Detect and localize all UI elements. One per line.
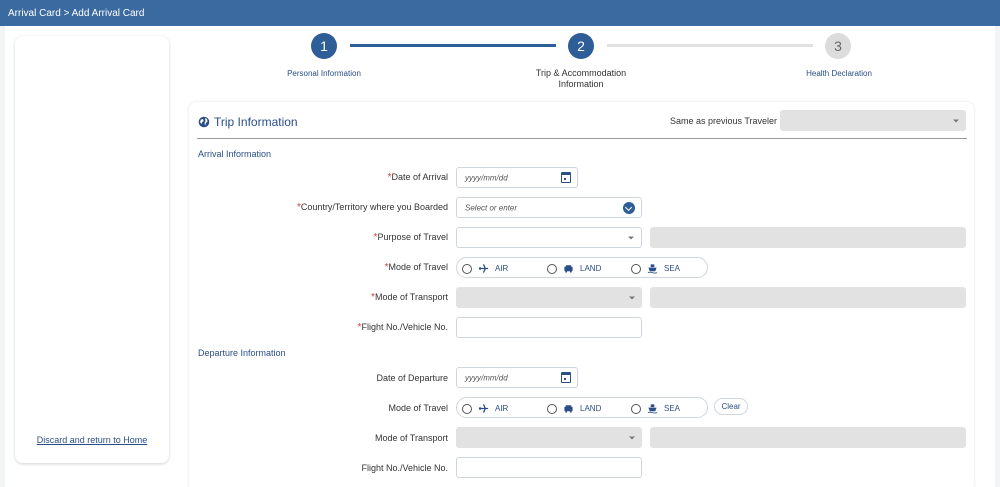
arrival-mode-of-travel-label-text: Mode of Travel — [388, 262, 448, 272]
clear-button[interactable]: Clear — [714, 398, 748, 415]
breadcrumb: Arrival Card > Add Arrival Card — [8, 8, 145, 19]
trip-information-heading: Trip Information — [198, 115, 298, 129]
departure-mode-of-transport-select[interactable] — [456, 427, 642, 448]
arrival-flight-no-label-text: Flight No./Vehicle No. — [361, 322, 448, 332]
arrival-flight-no-label: *Flight No./Vehicle No. — [358, 322, 448, 333]
date-of-arrival-label-text: Date of Arrival — [391, 172, 448, 182]
step-1-circle[interactable]: 1 — [311, 33, 337, 59]
arrival-mode-of-travel-label: *Mode of Travel — [385, 262, 448, 273]
departure-mode-land-label: LAND — [580, 404, 602, 413]
caret-down-icon — [629, 436, 635, 439]
step-3-circle[interactable]: 3 — [825, 33, 851, 59]
country-boarded-label-text: Country/Territory where you Boarded — [300, 202, 448, 212]
arrival-transport-other-field — [650, 287, 966, 308]
purpose-of-travel-other-field — [650, 227, 966, 248]
ship-icon — [647, 404, 658, 414]
caret-down-icon — [628, 236, 634, 239]
step-2-label: Trip & Accommodation Information — [535, 68, 627, 89]
airplane-icon — [478, 264, 489, 273]
radio-button[interactable] — [631, 403, 641, 414]
arrival-mode-of-travel-radio-group: AIR LAND SEA — [456, 257, 708, 278]
ship-icon — [647, 264, 658, 274]
arrival-mode-sea-option[interactable]: SEA — [631, 258, 680, 279]
car-icon — [564, 405, 573, 413]
discard-return-home-link[interactable]: Discard and return to Home — [15, 435, 169, 445]
calendar-icon[interactable] — [561, 172, 571, 183]
sidebar: Discard and return to Home — [15, 36, 169, 463]
arrival-mode-of-transport-label-text: Mode of Transport — [374, 292, 448, 302]
date-of-departure-placeholder: yyyy/mm/dd — [465, 373, 508, 382]
trip-information-title: Trip Information — [214, 115, 298, 129]
date-of-arrival-label: *Date of Arrival — [388, 172, 448, 183]
calendar-icon[interactable] — [561, 372, 571, 383]
step-connector-2 — [607, 44, 813, 47]
radio-button[interactable] — [547, 403, 557, 414]
departure-transport-other-field — [650, 427, 966, 448]
purpose-of-travel-label-text: Purpose of Travel — [377, 232, 448, 242]
caret-down-icon — [953, 119, 959, 122]
car-icon — [564, 265, 573, 273]
step-1-label: Personal Information — [287, 69, 361, 78]
globe-icon — [198, 116, 210, 128]
radio-button[interactable] — [462, 263, 472, 274]
country-boarded-label: *Country/Territory where you Boarded — [297, 202, 448, 213]
title-divider — [197, 138, 967, 139]
arrival-flight-no-input[interactable] — [456, 317, 642, 338]
departure-mode-land-option[interactable]: LAND — [547, 398, 601, 419]
step-3-label: Health Declaration — [806, 69, 872, 78]
departure-mode-sea-option[interactable]: SEA — [631, 398, 680, 419]
date-of-departure-label: Date of Departure — [376, 373, 448, 383]
arrival-mode-air-option[interactable]: AIR — [462, 258, 508, 279]
arrival-mode-of-transport-label: *Mode of Transport — [371, 292, 448, 303]
departure-section-title: Departure Information — [198, 348, 286, 358]
chevron-down-icon[interactable] — [623, 202, 635, 214]
departure-flight-no-label: Flight No./Vehicle No. — [361, 463, 448, 473]
caret-down-icon — [629, 296, 635, 299]
step-2-circle[interactable]: 2 — [568, 33, 594, 59]
arrival-mode-of-transport-select[interactable] — [456, 287, 642, 308]
departure-mode-of-travel-label: Mode of Travel — [388, 403, 448, 413]
arrival-mode-air-label: AIR — [495, 264, 509, 273]
arrival-mode-sea-label: SEA — [664, 264, 681, 273]
country-boarded-select[interactable]: Select or enter — [456, 197, 642, 218]
purpose-of-travel-label: *Purpose of Travel — [374, 232, 448, 243]
date-of-departure-input[interactable]: yyyy/mm/dd — [456, 367, 578, 388]
purpose-of-travel-select[interactable] — [456, 227, 642, 248]
same-as-previous-label: Same as previous Traveler — [670, 116, 778, 126]
radio-button[interactable] — [631, 263, 641, 274]
date-of-arrival-placeholder: yyyy/mm/dd — [465, 173, 508, 182]
country-boarded-placeholder: Select or enter — [465, 203, 518, 212]
step-connector-1 — [350, 44, 556, 47]
arrival-section-title: Arrival Information — [198, 149, 272, 159]
departure-mode-air-option[interactable]: AIR — [462, 398, 508, 419]
same-as-previous-select[interactable] — [780, 110, 966, 131]
departure-flight-no-input[interactable] — [456, 457, 642, 478]
departure-mode-of-transport-label: Mode of Transport — [374, 433, 448, 443]
date-of-arrival-input[interactable]: yyyy/mm/dd — [456, 167, 578, 188]
departure-mode-of-travel-radio-group: AIR LAND SEA — [456, 397, 708, 418]
airplane-icon — [478, 404, 489, 413]
arrival-mode-land-label: LAND — [580, 264, 602, 273]
arrival-mode-land-option[interactable]: LAND — [547, 258, 601, 279]
top-bar: Arrival Card > Add Arrival Card — [0, 0, 1000, 26]
radio-button[interactable] — [462, 403, 472, 414]
radio-button[interactable] — [547, 263, 557, 274]
departure-mode-sea-label: SEA — [664, 404, 681, 413]
departure-mode-air-label: AIR — [495, 404, 509, 413]
